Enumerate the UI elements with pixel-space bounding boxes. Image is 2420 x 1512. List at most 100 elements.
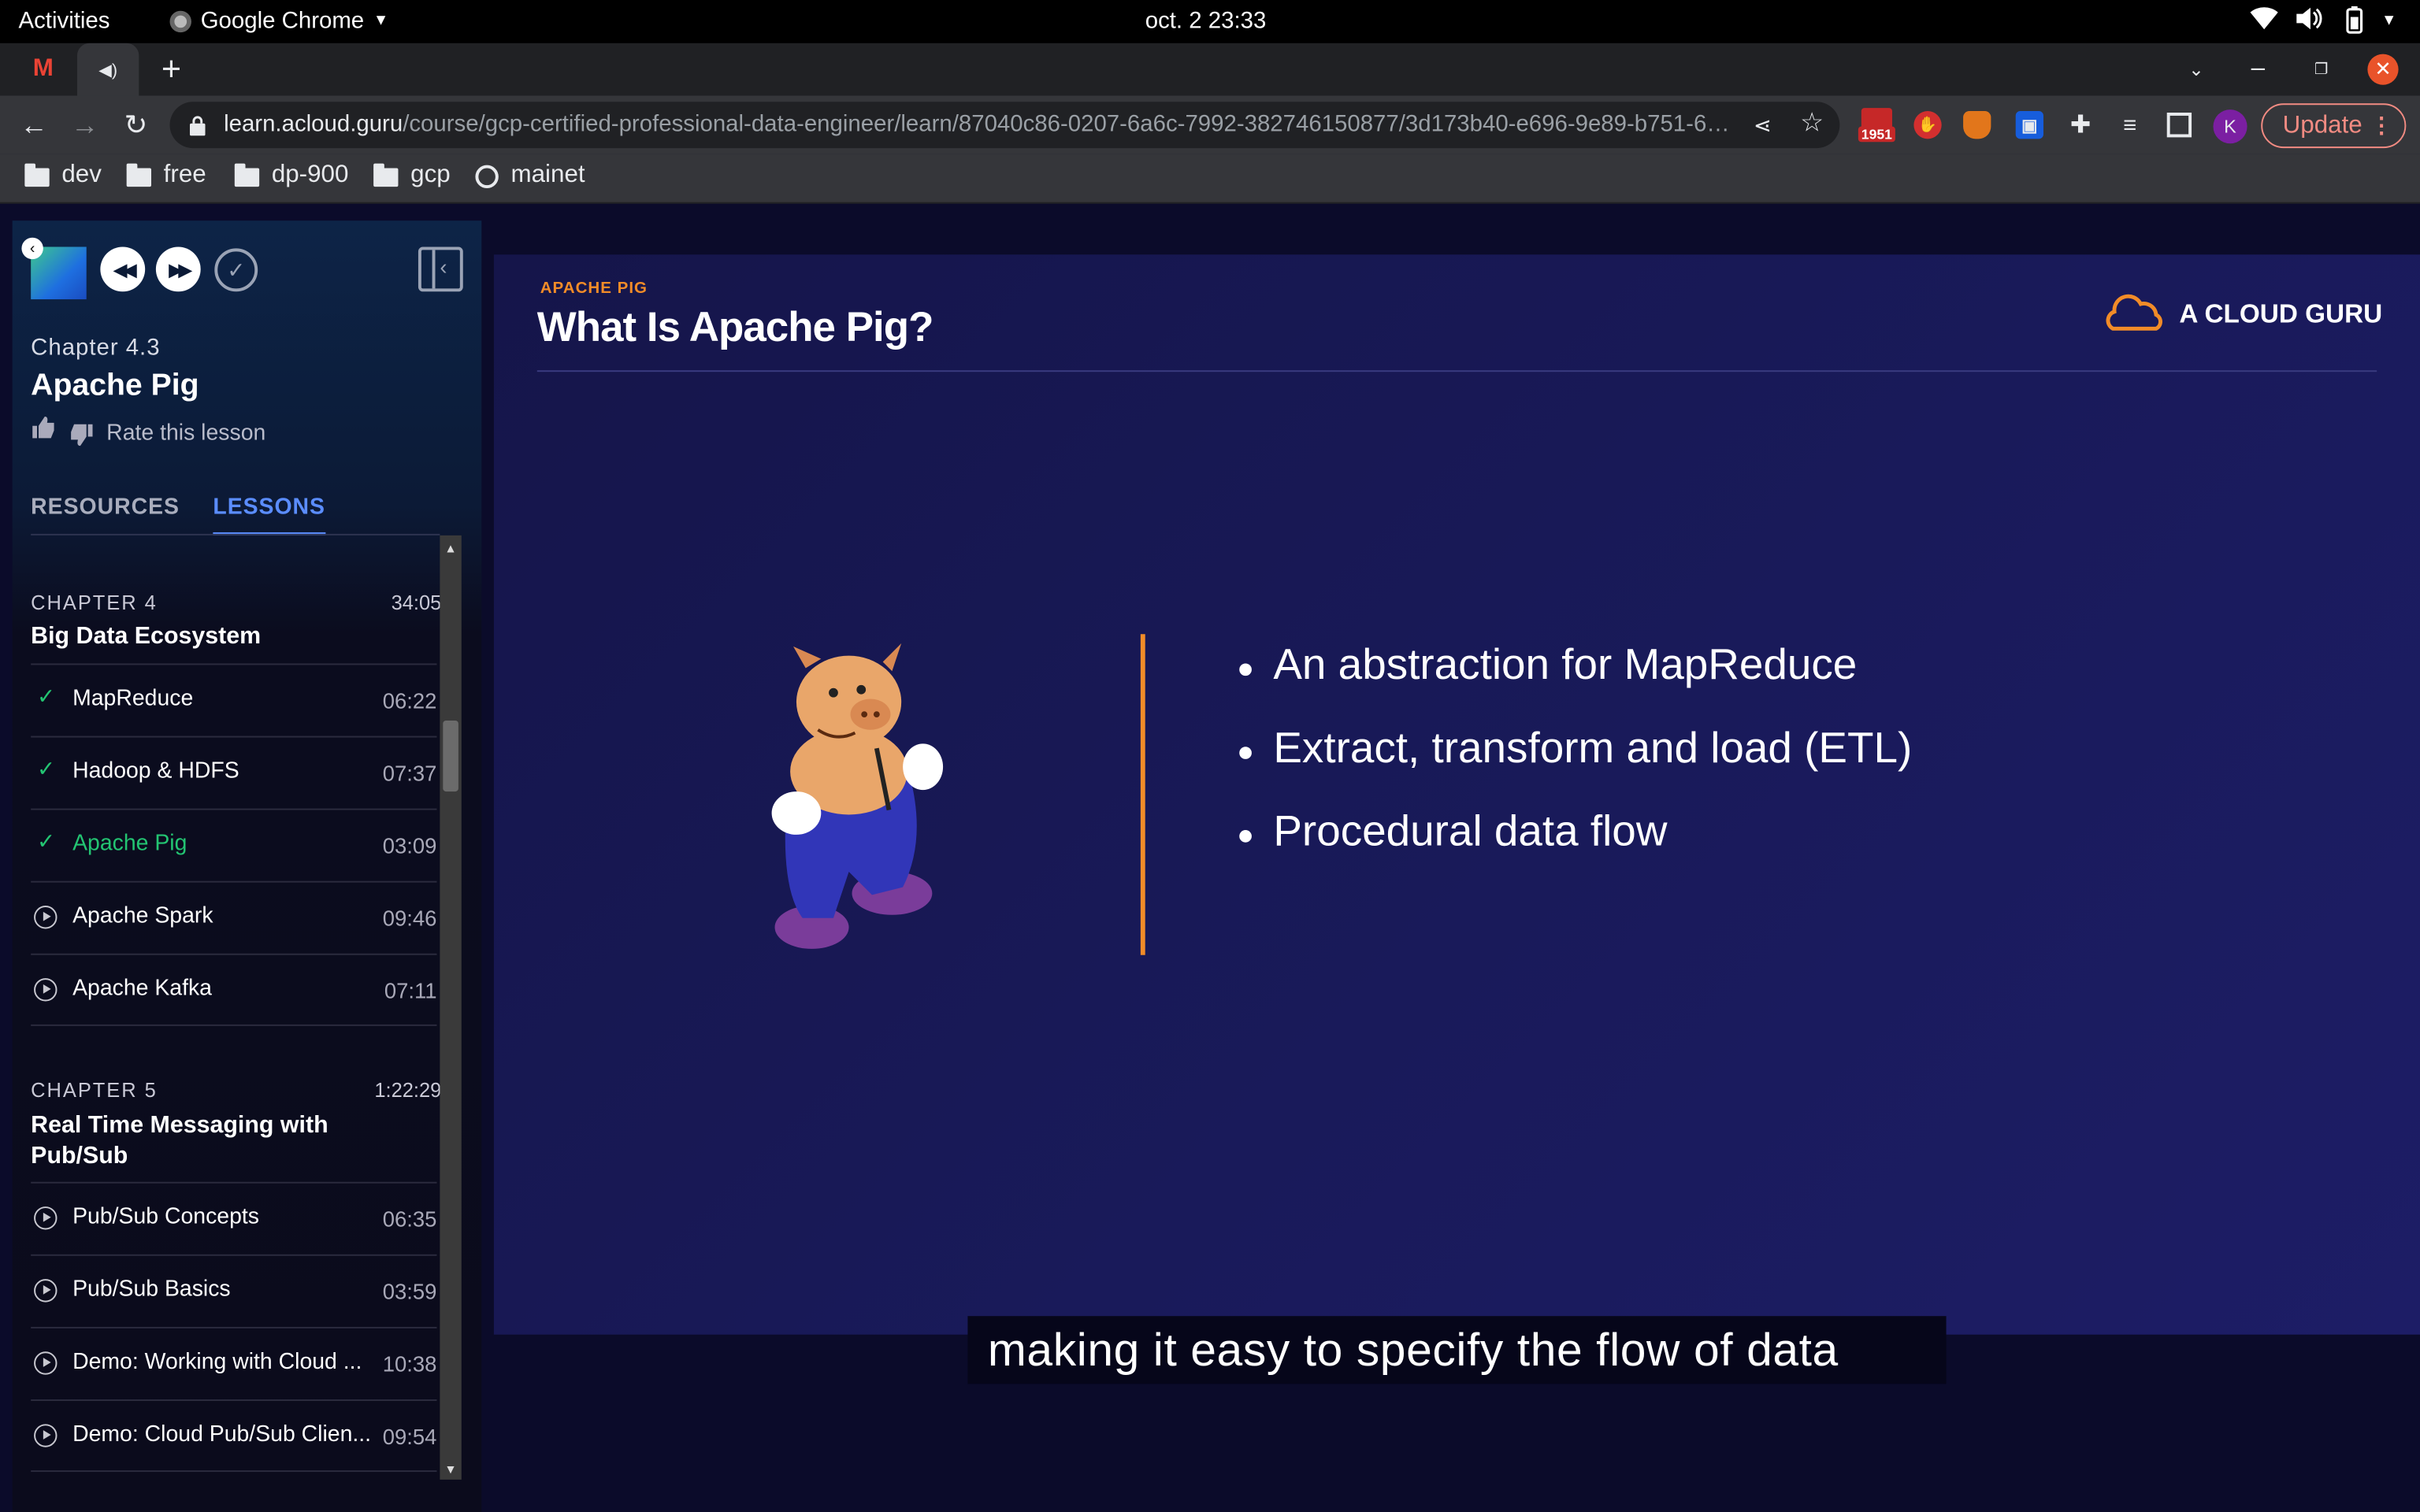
collapse-panel-icon bbox=[432, 250, 436, 289]
mark-complete-button[interactable]: ✓ bbox=[214, 248, 258, 292]
bookmark-mainet[interactable]: mainet bbox=[475, 162, 585, 190]
tab-search-chevron-icon[interactable]: ⌄ bbox=[2179, 43, 2213, 96]
lesson-item[interactable]: Pub/Sub Concepts 06:35 bbox=[31, 1181, 437, 1254]
lesson-list-scrollbar[interactable]: ▲ ▼ bbox=[440, 535, 462, 1480]
profile-avatar[interactable]: K bbox=[2213, 109, 2247, 144]
slide-bullet: Extract, transform and load (ETL) bbox=[1239, 723, 1913, 772]
bitwarden-shield-icon[interactable]: ▣ bbox=[2015, 111, 2043, 139]
video-player[interactable]: APACHE PIG What Is Apache Pig? A CLOUD G… bbox=[493, 254, 2420, 1335]
folder-icon bbox=[126, 163, 152, 187]
tab-lessons[interactable]: LESSONS bbox=[213, 495, 325, 536]
lesson-duration: 07:11 bbox=[384, 978, 437, 1003]
chapter-header[interactable]: CHAPTER 4 34:05 Big Data Ecosystem bbox=[31, 591, 441, 650]
lesson-item[interactable]: Apache Spark 09:46 bbox=[31, 880, 436, 954]
bookmark-label: dp-900 bbox=[271, 161, 349, 189]
rewind-button[interactable]: ◀◀ bbox=[100, 246, 146, 292]
folder-icon bbox=[234, 163, 260, 187]
lesson-name: Demo: Working with Cloud ... bbox=[72, 1350, 362, 1375]
wifi-icon[interactable] bbox=[2250, 6, 2278, 37]
browser-toolbar: ← → ↻ learn.acloud.guru/course/gcp-certi… bbox=[0, 95, 2420, 154]
adblock-hand-icon[interactable]: ✋ bbox=[1913, 111, 1942, 139]
check-icon: ✓ bbox=[37, 756, 56, 781]
system-menu-chevron-icon[interactable]: ▼ bbox=[2381, 13, 2396, 30]
tab-acloudguru-active[interactable]: ◀) bbox=[76, 43, 139, 96]
lesson-name: MapReduce bbox=[72, 686, 194, 712]
lesson-name: Pub/Sub Concepts bbox=[72, 1205, 259, 1230]
lesson-duration: 09:54 bbox=[382, 1424, 437, 1449]
battery-icon[interactable] bbox=[2340, 6, 2367, 40]
system-top-bar: Activities Google Chrome ▼ oct. 2 23:33 … bbox=[0, 0, 2420, 43]
check-icon: ✓ bbox=[37, 828, 56, 854]
course-sidebar: ‹ ◀◀ ▶▶ ✓ ‹ Chapter 4.3 Apache Pig Rate … bbox=[12, 220, 482, 1512]
new-tab-button[interactable]: + bbox=[151, 43, 191, 96]
play-circle-icon bbox=[34, 1351, 58, 1375]
chapter-duration: 1:22:29 bbox=[374, 1078, 442, 1102]
thumbs-down-icon[interactable] bbox=[69, 423, 93, 447]
course-thumbnail[interactable]: ‹ bbox=[21, 237, 87, 300]
back-icon[interactable]: ← bbox=[19, 109, 50, 140]
scroll-up-arrow-icon[interactable]: ▲ bbox=[444, 542, 457, 556]
chevron-left-icon: ‹ bbox=[440, 254, 447, 280]
minimize-icon[interactable]: – bbox=[2241, 43, 2275, 96]
bookmark-dev[interactable]: dev bbox=[24, 162, 102, 190]
forward-icon[interactable]: → bbox=[69, 109, 100, 140]
bookmark-dp-900[interactable]: dp-900 bbox=[234, 161, 349, 190]
app-menu[interactable]: Google Chrome ▼ bbox=[169, 8, 389, 34]
lesson-duration: 10:38 bbox=[382, 1351, 437, 1377]
metamask-fox-icon[interactable] bbox=[1963, 111, 1991, 139]
bookmark-gcp[interactable]: gcp bbox=[373, 162, 451, 190]
scrollbar-thumb[interactable] bbox=[443, 720, 458, 792]
bookmarks-bar: dev free dp-900 gcp mainet bbox=[0, 154, 2420, 204]
back-chevron-icon[interactable]: ‹ bbox=[21, 237, 43, 260]
tab-resources[interactable]: RESOURCES bbox=[31, 495, 180, 520]
share-icon[interactable]: ⋖ bbox=[1749, 111, 1776, 139]
lesson-item-current[interactable]: ✓ Apache Pig 03:09 bbox=[31, 808, 436, 881]
fast-forward-button[interactable]: ▶▶ bbox=[155, 246, 201, 292]
check-icon: ✓ bbox=[37, 683, 56, 709]
clock[interactable]: oct. 2 23:33 bbox=[1145, 8, 1267, 34]
side-panel-icon[interactable] bbox=[2166, 113, 2192, 138]
volume-icon[interactable] bbox=[2295, 6, 2322, 37]
bookmark-label: mainet bbox=[510, 161, 585, 189]
lesson-duration: 03:59 bbox=[382, 1279, 437, 1304]
lesson-name: Hadoop & HDFS bbox=[72, 758, 239, 784]
lesson-duration: 06:35 bbox=[382, 1206, 437, 1232]
play-circle-icon bbox=[34, 978, 58, 1002]
tab-gmail[interactable]: M bbox=[13, 43, 74, 96]
reload-icon[interactable]: ↻ bbox=[121, 109, 151, 140]
gmail-icon: M bbox=[32, 55, 54, 82]
gmail-checker-extension[interactable]: 1951 bbox=[1858, 108, 1895, 145]
scroll-down-arrow-icon[interactable]: ▼ bbox=[444, 1462, 457, 1477]
tabs-divider bbox=[31, 533, 440, 536]
lesson-item[interactable]: Pub/Sub Basics 03:59 bbox=[31, 1254, 436, 1327]
chapter-header[interactable]: CHAPTER 5 1:22:29 Real Time Messaging wi… bbox=[31, 1078, 442, 1173]
chapter-title: Big Data Ecosystem bbox=[31, 623, 262, 650]
cloud-logo-icon bbox=[2103, 291, 2165, 335]
globe-icon bbox=[475, 164, 499, 188]
bookmark-free[interactable]: free bbox=[126, 162, 206, 190]
address-bar[interactable]: learn.acloud.guru/course/gcp-certified-p… bbox=[169, 102, 1840, 149]
lesson-item[interactable]: ✓ MapReduce 06:22 bbox=[31, 663, 436, 736]
lesson-item[interactable]: ✓ Hadoop & HDFS 07:37 bbox=[31, 736, 436, 809]
lesson-item[interactable]: Demo: Cloud Pub/Sub Clien... 09:54 bbox=[31, 1399, 437, 1473]
collapse-sidebar-button[interactable]: ‹ bbox=[418, 246, 463, 292]
media-control-icon[interactable]: ≡ bbox=[2114, 109, 2145, 140]
lesson-item[interactable]: Apache Kafka 07:11 bbox=[31, 953, 437, 1026]
caption-box: making it easy to specify the flow of da… bbox=[967, 1316, 1947, 1384]
restore-icon[interactable]: ❐ bbox=[2306, 43, 2336, 96]
close-window-icon[interactable]: ✕ bbox=[2367, 54, 2399, 85]
thumbs-up-icon[interactable] bbox=[32, 416, 55, 439]
update-button[interactable]: Update ⋮ bbox=[2261, 103, 2407, 149]
bookmark-star-icon[interactable]: ☆ bbox=[1798, 108, 1825, 137]
lesson-item[interactable]: Demo: Working with Cloud ... 10:38 bbox=[31, 1326, 437, 1399]
play-circle-icon bbox=[34, 906, 58, 929]
lock-icon bbox=[188, 114, 207, 135]
chevron-down-icon: ▼ bbox=[373, 12, 389, 30]
lesson-name: Apache Spark bbox=[72, 904, 213, 929]
lesson-name: Apache Pig bbox=[72, 832, 187, 857]
update-label: Update bbox=[2282, 112, 2362, 139]
activities-button[interactable]: Activities bbox=[19, 8, 110, 34]
extensions-puzzle-icon[interactable]: ✚ bbox=[2065, 109, 2095, 140]
play-circle-icon bbox=[34, 1206, 58, 1230]
url-text: learn.acloud.guru/course/gcp-certified-p… bbox=[224, 111, 1737, 138]
